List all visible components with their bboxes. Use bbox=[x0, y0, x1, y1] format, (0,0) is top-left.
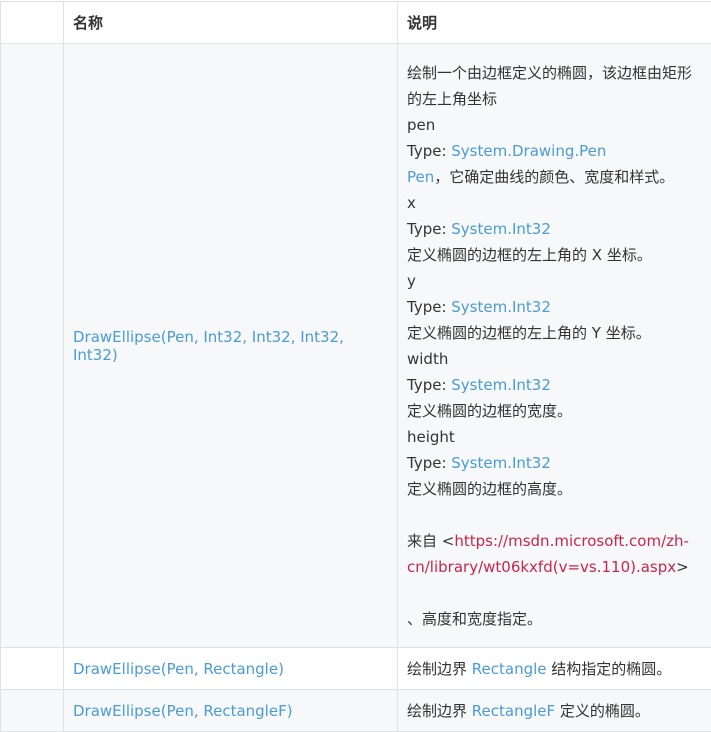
description-cell: 绘制边界 Rectangle 结构指定的椭圆。 bbox=[398, 648, 711, 690]
type-link[interactable]: System.Drawing.Pen bbox=[451, 142, 606, 160]
icon-cell bbox=[1, 44, 64, 648]
method-link[interactable]: DrawEllipse(Pen, Rectangle) bbox=[73, 660, 284, 678]
pen-link[interactable]: Pen bbox=[407, 168, 434, 186]
name-cell: DrawEllipse(Pen, RectangleF) bbox=[64, 690, 398, 732]
type-link[interactable]: System.Int32 bbox=[451, 220, 551, 238]
type-link[interactable]: System.Int32 bbox=[451, 376, 551, 394]
name-cell: DrawEllipse(Pen, Int32, Int32, Int32, In… bbox=[64, 44, 398, 648]
param-type-y: Type: System.Int32 bbox=[407, 294, 704, 320]
summary-text: 绘制一个由边框定义的椭圆，该边框由矩形的左上角坐标 bbox=[407, 60, 704, 112]
param-name-pen: pen bbox=[407, 112, 704, 138]
icon-column-header bbox=[1, 2, 64, 44]
param-desc-pen: Pen，它确定曲线的颜色、宽度和样式。 bbox=[407, 164, 704, 190]
param-desc-y: 定义椭圆的边框的左上角的 Y 坐标。 bbox=[407, 320, 704, 346]
rectanglef-link[interactable]: RectangleF bbox=[472, 702, 555, 720]
methods-table: 名称 说明 DrawEllipse(Pen, Int32, Int32, Int… bbox=[0, 1, 711, 732]
icon-cell bbox=[1, 690, 64, 732]
table-header-row: 名称 说明 bbox=[1, 2, 711, 44]
param-type-pen: Type: System.Drawing.Pen bbox=[407, 138, 704, 164]
spacer bbox=[407, 502, 704, 528]
param-desc-x: 定义椭圆的边框的左上角的 X 坐标。 bbox=[407, 242, 704, 268]
description-cell: 绘制边界 RectangleF 定义的椭圆。 bbox=[398, 690, 711, 732]
param-desc-height: 定义椭圆的边框的高度。 bbox=[407, 476, 704, 502]
source-note: 来自 <https://msdn.microsoft.com/zh-cn/lib… bbox=[407, 528, 704, 580]
param-name-width: width bbox=[407, 346, 704, 372]
description-cell: 绘制一个由边框定义的椭圆，该边框由矩形的左上角坐标 pen Type: Syst… bbox=[398, 44, 711, 648]
table-row: DrawEllipse(Pen, Int32, Int32, Int32, In… bbox=[1, 44, 711, 648]
table-row: DrawEllipse(Pen, RectangleF) 绘制边界 Rectan… bbox=[1, 690, 711, 732]
type-link[interactable]: System.Int32 bbox=[451, 298, 551, 316]
method-link[interactable]: DrawEllipse(Pen, Int32, Int32, Int32, In… bbox=[73, 328, 344, 364]
param-type-width: Type: System.Int32 bbox=[407, 372, 704, 398]
rectangle-link[interactable]: Rectangle bbox=[472, 660, 547, 678]
param-name-y: y bbox=[407, 268, 704, 294]
param-type-x: Type: System.Int32 bbox=[407, 216, 704, 242]
name-column-header: 名称 bbox=[64, 2, 398, 44]
table-row: DrawEllipse(Pen, Rectangle) 绘制边界 Rectang… bbox=[1, 648, 711, 690]
method-link[interactable]: DrawEllipse(Pen, RectangleF) bbox=[73, 702, 293, 720]
spacer bbox=[407, 580, 704, 606]
tail-text: 、高度和宽度指定。 bbox=[407, 606, 704, 632]
icon-cell bbox=[1, 648, 64, 690]
type-link[interactable]: System.Int32 bbox=[451, 454, 551, 472]
param-name-height: height bbox=[407, 424, 704, 450]
param-name-x: x bbox=[407, 190, 704, 216]
name-cell: DrawEllipse(Pen, Rectangle) bbox=[64, 648, 398, 690]
param-desc-width: 定义椭圆的边框的宽度。 bbox=[407, 398, 704, 424]
description-column-header: 说明 bbox=[398, 2, 711, 44]
param-type-height: Type: System.Int32 bbox=[407, 450, 704, 476]
